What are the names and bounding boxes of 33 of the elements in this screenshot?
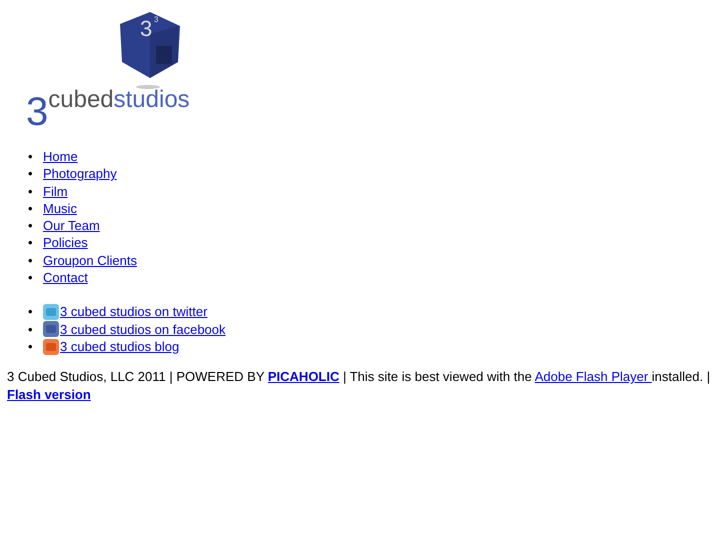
- bullet: •: [28, 148, 34, 166]
- nav-link[interactable]: Home: [43, 148, 78, 166]
- bullet: •: [28, 269, 34, 286]
- blog-badge-icon[interactable]: [43, 338, 59, 355]
- footer-link[interactable]: Adobe Flash Player: [534, 369, 652, 384]
- cube-digit: 3: [140, 18, 152, 40]
- footer-link[interactable]: Flash version: [7, 387, 91, 402]
- social-link[interactable]: 3 cubed studios on twitter: [60, 303, 208, 321]
- nav-link[interactable]: Film: [43, 182, 68, 200]
- logo-word: studios: [114, 88, 190, 112]
- bullet: •: [28, 165, 34, 183]
- bullet: •: [28, 252, 34, 270]
- nav-link[interactable]: Policies: [43, 234, 88, 252]
- cube-exponent: 3: [154, 16, 158, 24]
- nav-link[interactable]: Contact: [43, 269, 88, 286]
- nav-link[interactable]: Music: [43, 200, 77, 218]
- bullet: •: [28, 303, 34, 321]
- logo-word: cubed: [48, 88, 114, 112]
- bullet: •: [28, 217, 34, 234]
- bullet: •: [28, 320, 34, 338]
- bullet: •: [28, 338, 34, 356]
- footer-link[interactable]: PICAHOLIC: [268, 369, 340, 384]
- nav-link[interactable]: Our Team: [43, 217, 100, 234]
- social-link[interactable]: 3 cubed studios on facebook: [60, 320, 226, 338]
- nav-link[interactable]: Photography: [43, 165, 117, 183]
- footer-text: 3 Cubed Studios, LLC 2011 | POWERED BY PICAHOLIC | This site is best viewed with the Adobe Flash Player installed. | Flash version: [6, 368, 712, 404]
- social-badge-icon[interactable]: [43, 321, 59, 338]
- bullet: •: [28, 200, 34, 218]
- bullet: •: [28, 234, 34, 252]
- bullet: •: [28, 182, 34, 200]
- nav-link[interactable]: Groupon Clients: [43, 252, 137, 270]
- social-link[interactable]: 3 cubed studios blog: [60, 338, 180, 356]
- logo-numeral: 3: [26, 92, 48, 132]
